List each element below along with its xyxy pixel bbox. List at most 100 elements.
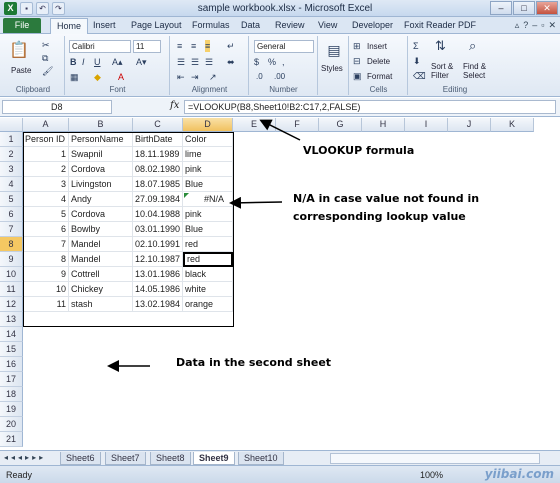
undo-icon[interactable]: ↶ — [36, 2, 49, 15]
table-cell[interactable]: 4 — [23, 192, 69, 207]
row-header[interactable]: 5 — [0, 192, 23, 207]
table-cell[interactable]: Mandel — [69, 252, 133, 267]
align-right-icon[interactable]: ☰ — [205, 56, 213, 68]
table-cell[interactable]: 10 — [23, 282, 69, 297]
align-left-icon[interactable]: ☰ — [177, 56, 185, 68]
table-cell[interactable]: white — [183, 282, 233, 297]
sort-filter-button[interactable]: Sort & Filter — [431, 62, 461, 80]
paste-icon[interactable]: 📋 — [8, 40, 30, 62]
sheet-tab[interactable]: Sheet6 — [60, 452, 101, 465]
row-header[interactable]: 18 — [0, 387, 23, 402]
table-cell[interactable]: Mandel — [69, 237, 133, 252]
copy-icon[interactable]: ⧉ — [42, 52, 48, 64]
increase-indent-icon[interactable]: ⇥ — [191, 71, 199, 83]
table-cell[interactable]: 3 — [23, 177, 69, 192]
column-header-b[interactable]: B — [69, 118, 133, 132]
row-header[interactable]: 12 — [0, 297, 23, 312]
format-button[interactable]: Format — [367, 72, 392, 81]
table-cell[interactable]: 18.11.1989 — [133, 147, 183, 162]
tab-page-layout[interactable]: Page Layout — [131, 20, 182, 30]
table-cell[interactable]: 9 — [23, 267, 69, 282]
table-cell[interactable]: Swapnil — [69, 147, 133, 162]
cut-icon[interactable]: ✂ — [42, 39, 50, 51]
row-header[interactable]: 1 — [0, 132, 23, 147]
orientation-icon[interactable]: ↗ — [209, 71, 217, 83]
currency-icon[interactable]: $ — [254, 56, 259, 68]
active-cell[interactable]: red — [183, 252, 233, 267]
error-indicator-icon[interactable] — [184, 193, 189, 198]
table-cell[interactable]: 5 — [23, 207, 69, 222]
row-header[interactable]: 3 — [0, 162, 23, 177]
row-header[interactable]: 15 — [0, 342, 23, 357]
align-middle-icon[interactable]: ≡ — [191, 40, 196, 52]
sheet-navigation-icon[interactable]: ◂◂◂▸▸▸ — [4, 453, 46, 462]
tab-file[interactable]: File — [3, 18, 41, 33]
table-cell[interactable]: 1 — [23, 147, 69, 162]
sheet-tab-active[interactable]: Sheet9 — [193, 452, 235, 465]
row-header[interactable]: 4 — [0, 177, 23, 192]
increase-decimal-icon[interactable]: .0 — [256, 71, 263, 83]
row-header[interactable]: 13 — [0, 312, 23, 327]
window-close-icon[interactable]: ✕ — [548, 20, 556, 31]
decrease-indent-icon[interactable]: ⇤ — [177, 71, 185, 83]
sort-filter-icon[interactable]: ⇅ — [435, 39, 446, 52]
table-cell[interactable]: 13.02.1984 — [133, 297, 183, 312]
table-cell[interactable]: 10.04.1988 — [133, 207, 183, 222]
minimize-button[interactable]: – — [490, 1, 512, 15]
column-header-d[interactable]: D — [183, 118, 233, 132]
sheet-tab[interactable]: Sheet10 — [238, 452, 284, 465]
row-header[interactable]: 19 — [0, 402, 23, 417]
column-header-j[interactable]: J — [448, 118, 491, 132]
table-header-cell[interactable]: BirthDate — [133, 132, 183, 147]
table-cell[interactable]: 02.10.1991 — [133, 237, 183, 252]
close-button[interactable]: ✕ — [536, 1, 558, 15]
fill-icon[interactable]: ⬇ — [413, 55, 421, 67]
tab-formulas[interactable]: Formulas — [192, 20, 230, 30]
tab-insert[interactable]: Insert — [93, 20, 116, 30]
row-header[interactable]: 9 — [0, 252, 23, 267]
table-cell[interactable]: 11 — [23, 297, 69, 312]
table-cell[interactable]: 2 — [23, 162, 69, 177]
table-cell[interactable]: Blue — [183, 177, 233, 192]
column-header-f[interactable]: F — [276, 118, 319, 132]
fill-color-icon[interactable]: ◆ — [94, 71, 101, 83]
column-header-g[interactable]: G — [319, 118, 362, 132]
table-cell[interactable]: 08.02.1980 — [133, 162, 183, 177]
table-cell[interactable]: 14.05.1986 — [133, 282, 183, 297]
redo-icon[interactable]: ↷ — [52, 2, 65, 15]
table-cell[interactable]: red — [183, 237, 233, 252]
merge-center-icon[interactable]: ⬌ — [227, 56, 235, 68]
comma-style-icon[interactable]: , — [282, 56, 285, 68]
autosum-icon[interactable]: Σ — [413, 40, 419, 52]
tab-data[interactable]: Data — [241, 20, 260, 30]
wrap-text-icon[interactable]: ↵ — [227, 40, 235, 52]
formula-input[interactable]: =VLOOKUP(B8,Sheet10!B2:C17,2,FALSE) — [184, 100, 556, 114]
row-header[interactable]: 16 — [0, 357, 23, 372]
zoom-level[interactable]: 100% — [420, 470, 443, 480]
table-cell[interactable]: Cottrell — [69, 267, 133, 282]
table-cell[interactable]: 27.09.1984 — [133, 192, 183, 207]
window-minimize-icon[interactable]: – — [532, 20, 537, 31]
row-header[interactable]: 17 — [0, 372, 23, 387]
font-grow-icon[interactable]: A▴ — [112, 56, 123, 68]
align-bottom-icon[interactable]: ≡ — [205, 40, 211, 52]
delete-cells-icon[interactable]: ⊟ — [353, 55, 361, 67]
clear-icon[interactable]: ⌫ — [413, 70, 426, 82]
font-color-icon[interactable]: A — [118, 71, 124, 83]
tab-home[interactable]: Home — [50, 18, 89, 34]
row-header[interactable]: 20 — [0, 417, 23, 432]
tab-foxit-reader-pdf[interactable]: Foxit Reader PDF — [404, 20, 476, 30]
table-cell[interactable]: Blue — [183, 222, 233, 237]
column-header-i[interactable]: I — [405, 118, 448, 132]
select-all-corner[interactable] — [0, 118, 23, 132]
format-painter-icon[interactable]: 🖌 — [42, 65, 53, 77]
row-header[interactable]: 11 — [0, 282, 23, 297]
window-restore-icon[interactable]: ▫ — [541, 20, 544, 31]
format-cells-icon[interactable]: ▣ — [353, 70, 362, 82]
table-cell[interactable]: lime — [183, 147, 233, 162]
row-header[interactable]: 10 — [0, 267, 23, 282]
font-shrink-icon[interactable]: A▾ — [136, 56, 147, 68]
align-top-icon[interactable]: ≡ — [177, 40, 182, 52]
worksheet-grid[interactable]: A B C D E F G H I J K 1 2 3 4 5 6 7 8 9 10 11 12 13 14 15 16 17 18 19… — [0, 118, 560, 450]
sheet-tab[interactable]: Sheet7 — [105, 452, 146, 465]
